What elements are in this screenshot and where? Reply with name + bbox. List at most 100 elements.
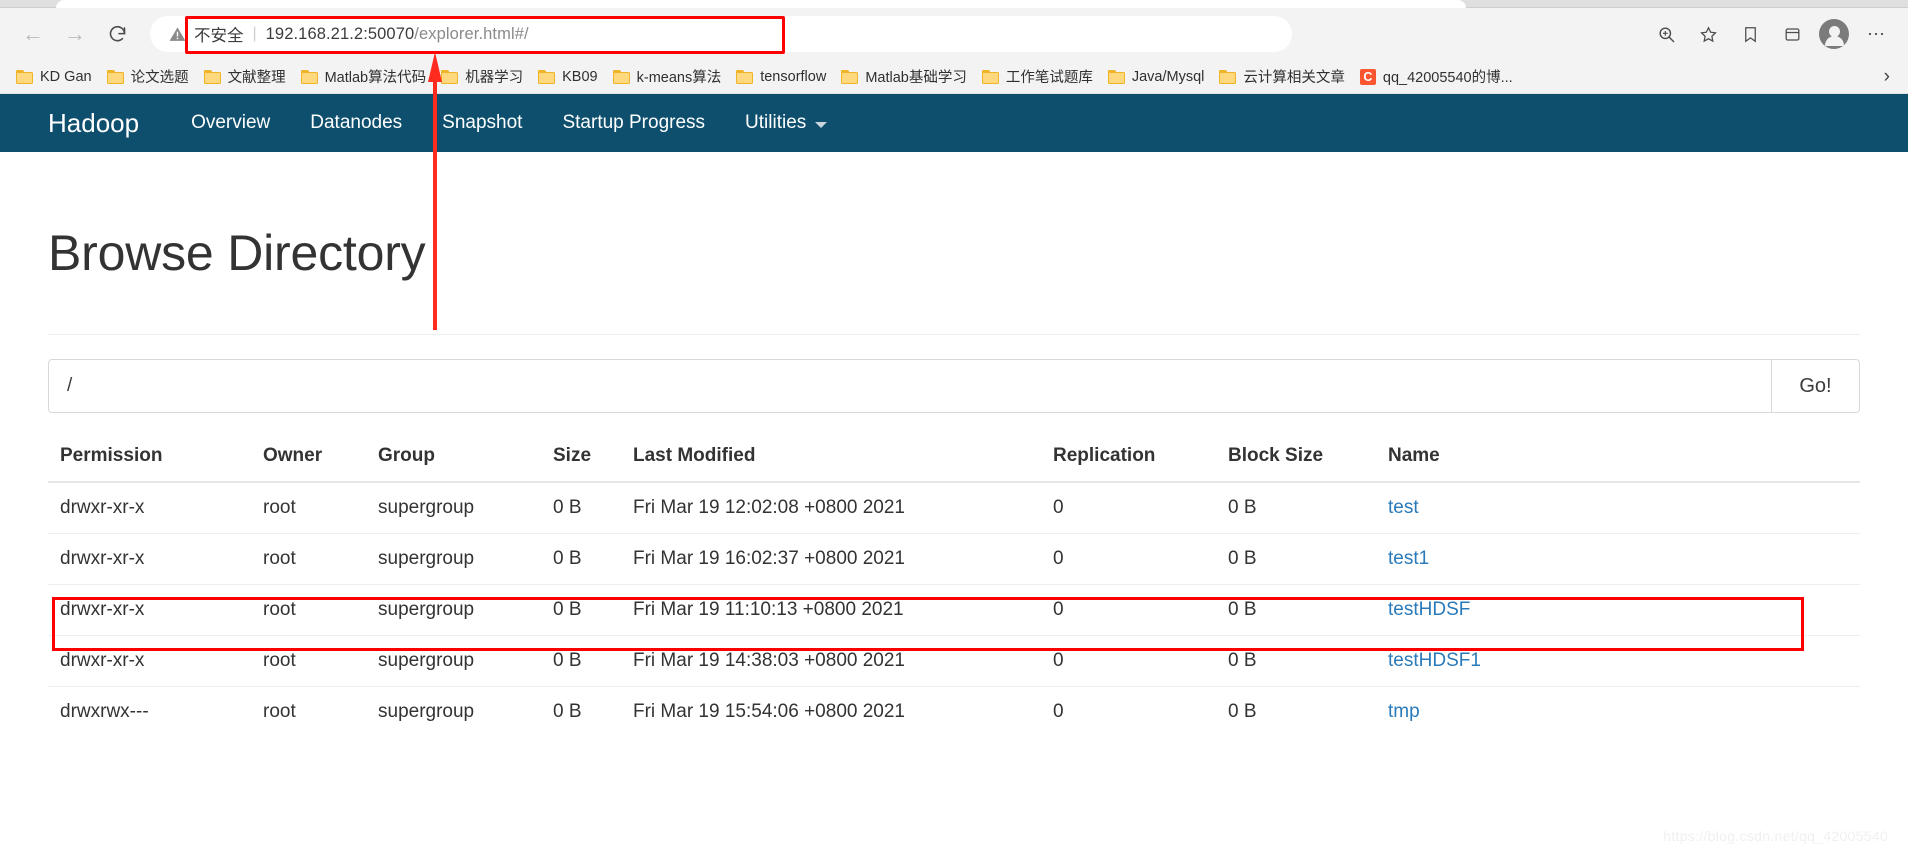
hadoop-navbar: Hadoop Overview Datanodes Snapshot Start… — [0, 94, 1908, 152]
cell-last-modified: Fri Mar 19 12:02:08 +0800 2021 — [633, 481, 1053, 534]
csdn-icon: C — [1359, 68, 1376, 85]
bookmark-item[interactable]: k-means算法 — [607, 63, 731, 90]
bookmark-label: Matlab算法代码 — [324, 70, 427, 86]
cell-size: 0 B — [553, 584, 633, 636]
nav-link-utilities[interactable]: Utilities — [725, 112, 847, 134]
folder-icon — [300, 69, 318, 84]
cell-block-size: 0 B — [1228, 481, 1388, 534]
more-options-icon[interactable]: ⋯ — [1858, 16, 1894, 52]
cell-name: test — [1388, 481, 1860, 534]
cell-name: testHDSF1 — [1388, 635, 1860, 687]
directory-path-input[interactable] — [49, 360, 1771, 412]
table-row: drwxr-xr-x root supergroup 0 B Fri Mar 1… — [48, 481, 1860, 534]
column-header-block-size[interactable]: Block Size — [1228, 435, 1388, 482]
bookmark-item[interactable]: KD Gan — [10, 66, 101, 88]
bookmark-label: KB09 — [562, 68, 598, 85]
star-icon[interactable] — [1690, 16, 1726, 52]
nav-link-overview[interactable]: Overview — [171, 112, 290, 134]
cell-last-modified: Fri Mar 19 16:02:37 +0800 2021 — [633, 533, 1053, 585]
active-tab[interactable] — [56, 0, 1466, 8]
cell-owner: root — [263, 481, 378, 534]
cell-group: supergroup — [378, 584, 553, 636]
column-header-owner[interactable]: Owner — [263, 435, 378, 482]
column-header-group[interactable]: Group — [378, 435, 553, 482]
address-bar[interactable]: 不安全 | 192.168.21.2:50070/explorer.html#/ — [150, 16, 1292, 52]
nav-link-label: Utilities — [745, 112, 807, 133]
bookmark-item[interactable]: 文献整理 — [198, 63, 295, 90]
folder-icon — [1107, 69, 1125, 84]
folder-icon — [538, 69, 556, 84]
page-title: Browse Directory — [48, 225, 426, 281]
directory-link[interactable]: testHDSF1 — [1388, 650, 1481, 671]
bookmark-item[interactable]: 论文选题 — [101, 63, 198, 90]
bookmark-item[interactable]: 机器学习 — [435, 63, 532, 90]
bookmark-item[interactable]: Matlab基础学习 — [835, 63, 976, 90]
cell-block-size: 0 B — [1228, 533, 1388, 585]
bookmark-item[interactable]: KB09 — [532, 66, 606, 88]
bookmark-item[interactable]: Java/Mysql — [1102, 66, 1214, 88]
folder-icon — [106, 69, 124, 84]
nav-link-label: Overview — [191, 112, 271, 133]
bookmark-label: qq_42005540的博... — [1382, 70, 1513, 86]
folder-icon — [16, 69, 33, 84]
favorites-icon[interactable] — [1732, 16, 1768, 52]
column-header-name[interactable]: Name — [1388, 435, 1860, 482]
column-header-replication[interactable]: Replication — [1053, 435, 1228, 482]
folder-icon — [441, 69, 459, 84]
nav-link-datanodes[interactable]: Datanodes — [290, 112, 422, 134]
toolbar-icon-group: ⋯ — [1638, 16, 1894, 52]
cell-name: testHDSF — [1388, 584, 1860, 636]
folder-icon — [612, 69, 630, 84]
bookmark-item[interactable]: Matlab算法代码 — [295, 63, 436, 90]
column-header-size[interactable]: Size — [553, 435, 633, 482]
back-arrow-icon[interactable]: ← — [14, 15, 52, 53]
cell-block-size: 0 B — [1228, 584, 1388, 636]
profile-avatar-icon[interactable] — [1816, 16, 1852, 52]
reload-icon[interactable] — [98, 15, 136, 53]
forward-arrow-icon[interactable]: → — [56, 15, 94, 53]
bookmark-item[interactable]: 工作笔试题库 — [976, 63, 1102, 90]
chevron-down-icon — [815, 121, 828, 128]
browser-chrome: ← → 不安全 | 192.168.21.2:50070/explorer.ht… — [0, 0, 1908, 94]
cell-name: tmp — [1388, 686, 1860, 737]
bookmark-label: 工作笔试题库 — [1005, 70, 1093, 86]
cell-size: 0 B — [553, 635, 633, 687]
nav-link-label: Snapshot — [442, 112, 523, 133]
zoom-icon[interactable] — [1648, 16, 1684, 52]
cell-replication: 0 — [1053, 686, 1228, 737]
column-header-last-modified[interactable]: Last Modified — [633, 435, 1053, 482]
column-header-permission[interactable]: Permission — [48, 435, 263, 482]
cell-group: supergroup — [378, 481, 553, 534]
browser-window: ← → 不安全 | 192.168.21.2:50070/explorer.ht… — [0, 0, 1908, 854]
cell-owner: root — [263, 686, 378, 737]
go-button[interactable]: Go! — [1771, 360, 1859, 412]
bookmark-item[interactable]: 云计算相关文章 — [1213, 63, 1354, 90]
collections-icon[interactable] — [1774, 16, 1810, 52]
cell-name: test1 — [1388, 533, 1860, 585]
bookmark-item[interactable]: C qq_42005540的博... — [1354, 63, 1522, 90]
bookmark-label: 文献整理 — [227, 70, 286, 86]
bookmark-label: Java/Mysql — [1131, 68, 1205, 85]
tab-strip — [0, 0, 1908, 8]
hadoop-brand[interactable]: Hadoop — [48, 108, 139, 139]
nav-link-startup-progress[interactable]: Startup Progress — [542, 112, 725, 134]
cell-permission: drwxr-xr-x — [48, 635, 263, 687]
cell-permission: drwxrwx--- — [48, 686, 263, 737]
cell-last-modified: Fri Mar 19 11:10:13 +0800 2021 — [633, 584, 1053, 636]
folder-icon — [841, 69, 859, 84]
nav-link-snapshot[interactable]: Snapshot — [422, 112, 542, 134]
cell-last-modified: Fri Mar 19 14:38:03 +0800 2021 — [633, 635, 1053, 687]
bookmark-item[interactable]: tensorflow — [730, 66, 835, 88]
directory-link[interactable]: test1 — [1388, 548, 1429, 569]
cell-block-size: 0 B — [1228, 686, 1388, 737]
chevron-right-icon[interactable]: › — [1874, 66, 1900, 88]
title-divider — [48, 334, 1860, 335]
cell-replication: 0 — [1053, 533, 1228, 585]
directory-link[interactable]: test — [1388, 497, 1419, 518]
directory-link[interactable]: tmp — [1388, 701, 1420, 722]
directory-link[interactable]: testHDSF — [1388, 599, 1470, 620]
cell-group: supergroup — [378, 635, 553, 687]
cell-group: supergroup — [378, 533, 553, 585]
table-row: drwxrwx--- root supergroup 0 B Fri Mar 1… — [48, 686, 1860, 737]
cell-permission: drwxr-xr-x — [48, 533, 263, 585]
